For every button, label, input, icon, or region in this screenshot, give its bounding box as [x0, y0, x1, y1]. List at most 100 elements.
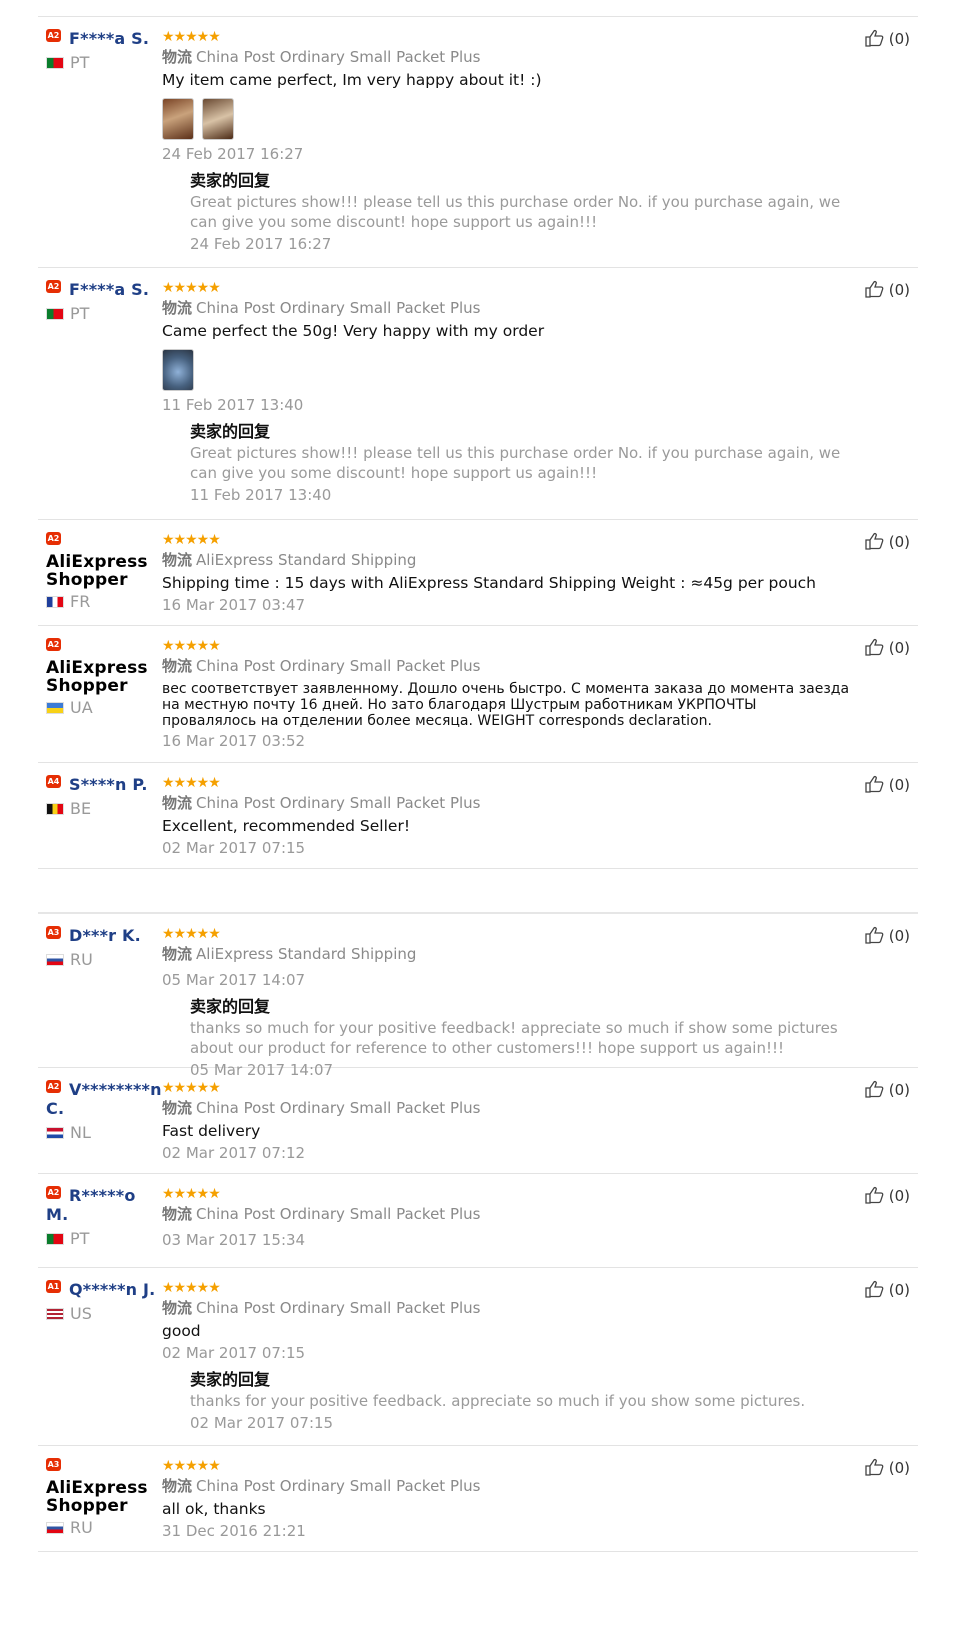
review-date: 05 Mar 2017 14:07 — [162, 971, 306, 989]
country-code: RU — [70, 950, 93, 969]
flag-pt-icon — [46, 308, 64, 320]
reviewer-name[interactable]: V********n C. — [46, 1080, 162, 1118]
helpful-button[interactable]: (0) — [865, 1458, 910, 1478]
shipping-name: China Post Ordinary Small Packet Plus — [196, 299, 481, 317]
reviews-panel-top: A2 F****a S. PT ★★★★★ 物流 China Post Ordina… — [38, 0, 918, 912]
flag-be-icon — [46, 803, 64, 815]
thumbs-up-icon — [865, 775, 884, 793]
rating-stars: ★★★★★ — [162, 775, 221, 791]
reviewer-name[interactable]: AliExpress Shopper — [46, 553, 162, 589]
country-code: FR — [70, 592, 91, 611]
logistics-label: 物流 — [162, 299, 193, 317]
review-item: A2 AliExpress Shopper FR ★★★★★ 物流 AliExpr… — [38, 520, 918, 626]
country-code: PT — [70, 304, 90, 323]
thumbs-up-icon — [865, 1458, 884, 1476]
reviewer-name[interactable]: D***r K. — [69, 926, 141, 945]
helpful-count: (0) — [888, 30, 910, 48]
reviewer-name[interactable]: F****a S. — [69, 280, 149, 299]
seller-reply-title: 卖家的回复 — [190, 1370, 271, 1389]
reviewer-info: A4 S****n P. BE — [46, 775, 162, 818]
shipping-method: 物流 China Post Ordinary Small Packet Plus — [162, 793, 852, 813]
review-content: ★★★★★ 物流 China Post Ordinary Small Packet… — [162, 638, 852, 751]
helpful-button[interactable]: (0) — [865, 532, 910, 552]
shipping-name: China Post Ordinary Small Packet Plus — [196, 48, 481, 66]
shipping-method: 物流 China Post Ordinary Small Packet Plus — [162, 47, 852, 67]
shipping-method: 物流 AliExpress Standard Shipping — [162, 550, 852, 570]
buyer-level-badge: A3 — [46, 926, 61, 939]
reviewer-name[interactable]: AliExpress Shopper — [46, 659, 162, 695]
reviewer-info: A3 D***r K. RU — [46, 926, 162, 969]
review-photo[interactable] — [202, 98, 234, 140]
flag-ua-icon — [46, 702, 64, 714]
review-photos — [162, 98, 852, 142]
review-item: A1 Q*****n J. US ★★★★★ 物流 China Post Ordin… — [38, 1268, 918, 1446]
country-code: UA — [70, 698, 93, 717]
buyer-level-badge: A2 — [46, 280, 61, 293]
seller-reply: 卖家的回复 Great pictures show!!! please tell… — [190, 421, 852, 505]
reviewer-name[interactable]: S****n P. — [69, 775, 148, 794]
flag-ru-icon — [46, 954, 64, 966]
thumbs-up-icon — [865, 280, 884, 298]
country-label: PT — [46, 305, 162, 323]
buyer-level-badge: A2 — [46, 638, 61, 651]
thumbs-up-icon — [865, 926, 884, 944]
seller-reply-title: 卖家的回复 — [190, 171, 271, 190]
review-text: good — [162, 1322, 201, 1340]
seller-reply-text: Great pictures show!!! please tell us th… — [190, 193, 841, 231]
helpful-button[interactable]: (0) — [865, 638, 910, 658]
helpful-button[interactable]: (0) — [865, 1080, 910, 1100]
country-label: FR — [46, 593, 162, 611]
review-item: A2 F****a S. PT ★★★★★ 物流 China Post Ordina… — [38, 17, 918, 268]
reviewer-name[interactable]: Q*****n J. — [69, 1280, 155, 1299]
review-text: Fast delivery — [162, 1122, 261, 1140]
seller-reply-title: 卖家的回复 — [190, 997, 271, 1016]
reviewer-info: A3 AliExpress Shopper RU — [46, 1458, 162, 1537]
reviewer-info: A2 R*****o M. PT — [46, 1186, 162, 1248]
shipping-method: 物流 AliExpress Standard Shipping — [162, 944, 852, 964]
helpful-count: (0) — [888, 639, 910, 657]
helpful-button[interactable]: (0) — [865, 1186, 910, 1206]
review-content: ★★★★★ 物流 China Post Ordinary Small Packet… — [162, 29, 852, 254]
country-label: NL — [46, 1124, 162, 1142]
buyer-level-badge: A4 — [46, 775, 61, 788]
review-date: 11 Feb 2017 13:40 — [162, 396, 304, 414]
seller-reply-text: thanks so much for your positive feedbac… — [190, 1019, 838, 1057]
helpful-button[interactable]: (0) — [865, 775, 910, 795]
reviewer-name[interactable]: AliExpress Shopper — [46, 1479, 162, 1515]
reviewer-info: A2 V********n C. NL — [46, 1080, 162, 1142]
review-item: A2 V********n C. NL ★★★★★ 物流 China Post Or… — [38, 1068, 918, 1174]
review-date: 02 Mar 2017 07:12 — [162, 1144, 306, 1162]
reviewer-info: A2 F****a S. PT — [46, 280, 162, 323]
rating-stars: ★★★★★ — [162, 1280, 221, 1296]
flag-fr-icon — [46, 596, 64, 608]
review-content: ★★★★★ 物流 AliExpress Standard Shipping Shi… — [162, 532, 852, 615]
helpful-count: (0) — [888, 1281, 910, 1299]
country-code: NL — [70, 1123, 91, 1142]
shipping-name: China Post Ordinary Small Packet Plus — [196, 1299, 481, 1317]
rating-stars: ★★★★★ — [162, 1080, 221, 1096]
seller-reply-title: 卖家的回复 — [190, 422, 271, 441]
helpful-button[interactable]: (0) — [865, 29, 910, 49]
seller-reply: 卖家的回复 thanks for your positive feedback.… — [190, 1369, 852, 1433]
shipping-method: 物流 China Post Ordinary Small Packet Plus — [162, 298, 852, 318]
rating-stars: ★★★★★ — [162, 1186, 221, 1202]
helpful-count: (0) — [888, 281, 910, 299]
country-label: PT — [46, 54, 162, 72]
helpful-button[interactable]: (0) — [865, 280, 910, 300]
review-content: ★★★★★ 物流 China Post Ordinary Small Packet… — [162, 1280, 852, 1433]
thumbs-up-icon — [865, 1280, 884, 1298]
helpful-button[interactable]: (0) — [865, 1280, 910, 1300]
helpful-button[interactable]: (0) — [865, 926, 910, 946]
review-photo[interactable] — [162, 349, 194, 391]
reviewer-name[interactable]: F****a S. — [69, 29, 149, 48]
helpful-count: (0) — [888, 1187, 910, 1205]
country-label: PT — [46, 1230, 162, 1248]
shipping-method: 物流 China Post Ordinary Small Packet Plus — [162, 1476, 852, 1496]
reviewer-info: A2 F****a S. PT — [46, 29, 162, 72]
review-photo[interactable] — [162, 98, 194, 140]
review-content: ★★★★★ 物流 China Post Ordinary Small Packet… — [162, 1186, 852, 1250]
review-text: all ok, thanks — [162, 1500, 266, 1518]
logistics-label: 物流 — [162, 794, 193, 812]
review-content: ★★★★★ 物流 AliExpress Standard Shipping 05 … — [162, 926, 852, 1080]
thumbs-up-icon — [865, 29, 884, 47]
